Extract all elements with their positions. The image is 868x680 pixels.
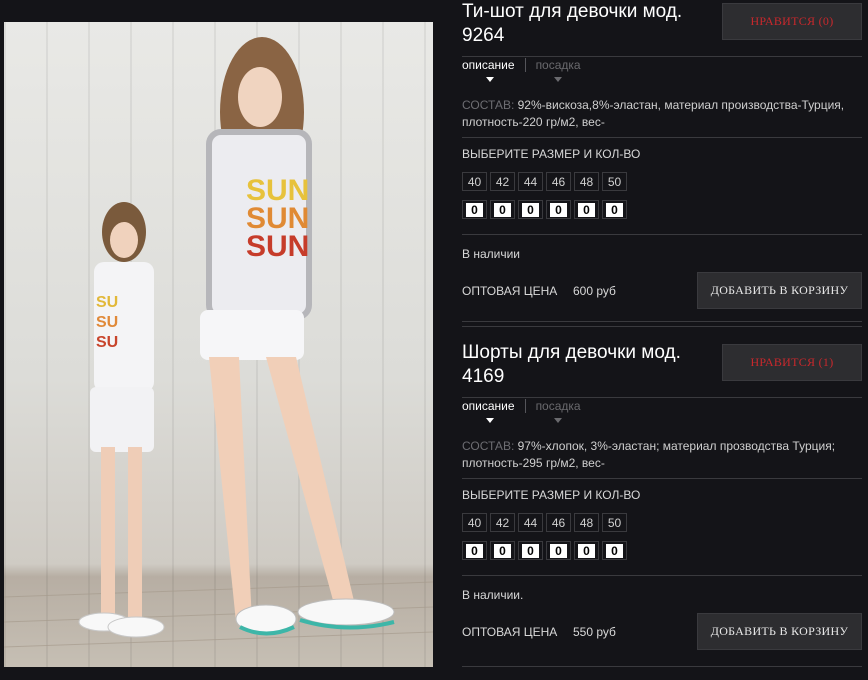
- quantity-field[interactable]: 0: [602, 200, 627, 219]
- composition-value: 92%-вискоза,8%-эластан, материал произво…: [462, 98, 845, 129]
- product-tabs: описание посадка: [462, 58, 591, 84]
- quantity-inputs: 0 0 0 0 0 0: [462, 200, 627, 219]
- quantity-field[interactable]: 0: [490, 541, 515, 560]
- size-option[interactable]: 46: [546, 513, 571, 532]
- divider: [462, 137, 862, 138]
- tab-description[interactable]: описание: [462, 58, 525, 84]
- quantity-field[interactable]: 0: [574, 200, 599, 219]
- size-option[interactable]: 40: [462, 172, 487, 191]
- divider: [462, 326, 862, 327]
- caret-down-icon: [553, 77, 562, 82]
- quantity-value[interactable]: 0: [578, 202, 595, 217]
- availability-status: В наличии.: [462, 588, 524, 602]
- product-title: Ти-шот для девочки мод. 9264: [462, 1, 683, 46]
- quantity-value[interactable]: 0: [522, 202, 539, 217]
- size-option[interactable]: 44: [518, 172, 543, 191]
- composition-text: СОСТАВ: 97%-хлопок, 3%-эластан; материал…: [462, 438, 862, 472]
- size-options: 40 42 44 46 48 50: [462, 513, 627, 532]
- quantity-field[interactable]: 0: [602, 541, 627, 560]
- divider: [462, 321, 862, 322]
- size-option[interactable]: 42: [490, 172, 515, 191]
- quantity-value[interactable]: 0: [550, 543, 567, 558]
- size-heading: ВЫБЕРИТЕ РАЗМЕР И КОЛ-ВО: [462, 147, 641, 161]
- tab-description[interactable]: описание: [462, 399, 525, 425]
- quantity-field[interactable]: 0: [546, 541, 571, 560]
- size-option[interactable]: 44: [518, 513, 543, 532]
- quantity-value[interactable]: 0: [606, 543, 623, 558]
- size-option[interactable]: 42: [490, 513, 515, 532]
- size-option[interactable]: 48: [574, 513, 599, 532]
- composition-text: СОСТАВ: 92%-вискоза,8%-эластан, материал…: [462, 97, 862, 131]
- size-option[interactable]: 46: [546, 172, 571, 191]
- svg-text:SU: SU: [96, 314, 118, 331]
- quantity-value[interactable]: 0: [522, 543, 539, 558]
- quantity-field[interactable]: 0: [518, 541, 543, 560]
- tab-label: посадка: [535, 58, 581, 72]
- divider: [462, 234, 862, 235]
- add-to-cart-button[interactable]: ДОБАВИТЬ В КОРЗИНУ: [697, 272, 862, 309]
- price-label: ОПТОВАЯ ЦЕНА: [462, 284, 558, 298]
- shirt-print-line: SUN: [246, 230, 309, 263]
- availability-status: В наличии: [462, 247, 521, 261]
- quantity-field[interactable]: 0: [490, 200, 515, 219]
- quantity-value[interactable]: 0: [494, 202, 511, 217]
- quantity-inputs: 0 0 0 0 0 0: [462, 541, 627, 560]
- quantity-value[interactable]: 0: [578, 543, 595, 558]
- svg-text:SU: SU: [96, 334, 118, 351]
- size-heading: ВЫБЕРИТЕ РАЗМЕР И КОЛ-ВО: [462, 488, 641, 502]
- tab-fit[interactable]: посадка: [524, 58, 591, 82]
- like-button[interactable]: НРАВИТСЯ (0): [722, 3, 862, 40]
- caret-down-icon: [553, 418, 562, 423]
- caret-down-icon: [486, 418, 494, 423]
- size-option[interactable]: 48: [574, 172, 599, 191]
- divider: [462, 575, 862, 576]
- tab-fit[interactable]: посадка: [524, 399, 591, 423]
- quantity-value[interactable]: 0: [466, 543, 483, 558]
- composition-label: СОСТАВ:: [462, 439, 515, 453]
- product-photo[interactable]: SU SU SU SUN SUN SUN: [4, 22, 433, 667]
- product-title: Шорты для девочки мод. 4169: [462, 342, 681, 387]
- tab-label: описание: [462, 58, 515, 72]
- quantity-value[interactable]: 0: [550, 202, 567, 217]
- size-option[interactable]: 50: [602, 172, 627, 191]
- girl-figure: SU SU SU: [78, 202, 165, 638]
- quantity-value[interactable]: 0: [606, 202, 623, 217]
- quantity-value[interactable]: 0: [494, 543, 511, 558]
- add-to-cart-button[interactable]: ДОБАВИТЬ В КОРЗИНУ: [697, 613, 862, 650]
- composition-label: СОСТАВ:: [462, 98, 515, 112]
- woman-figure: SUN SUN SUN: [200, 37, 395, 636]
- size-option[interactable]: 50: [602, 513, 627, 532]
- divider: [462, 666, 862, 667]
- divider: [462, 478, 862, 479]
- svg-text:SU: SU: [96, 294, 118, 311]
- like-button[interactable]: НРАВИТСЯ (1): [722, 344, 862, 381]
- quantity-field[interactable]: 0: [518, 200, 543, 219]
- divider: [462, 56, 862, 57]
- quantity-field[interactable]: 0: [546, 200, 571, 219]
- quantity-field[interactable]: 0: [574, 541, 599, 560]
- caret-down-icon: [486, 77, 494, 82]
- quantity-field[interactable]: 0: [462, 200, 487, 219]
- price-label: ОПТОВАЯ ЦЕНА: [462, 625, 558, 639]
- composition-value: 97%-хлопок, 3%-эластан; материал прозвод…: [462, 439, 836, 470]
- tab-label: описание: [462, 399, 515, 413]
- tab-label: посадка: [535, 399, 581, 413]
- price-value: 600 руб: [573, 284, 616, 298]
- models-illustration: SU SU SU SUN SUN SUN: [4, 37, 433, 648]
- divider: [462, 397, 862, 398]
- quantity-field[interactable]: 0: [462, 541, 487, 560]
- size-option[interactable]: 40: [462, 513, 487, 532]
- product-tabs: описание посадка: [462, 399, 591, 425]
- quantity-value[interactable]: 0: [466, 202, 483, 217]
- size-options: 40 42 44 46 48 50: [462, 172, 627, 191]
- price-value: 550 руб: [573, 625, 616, 639]
